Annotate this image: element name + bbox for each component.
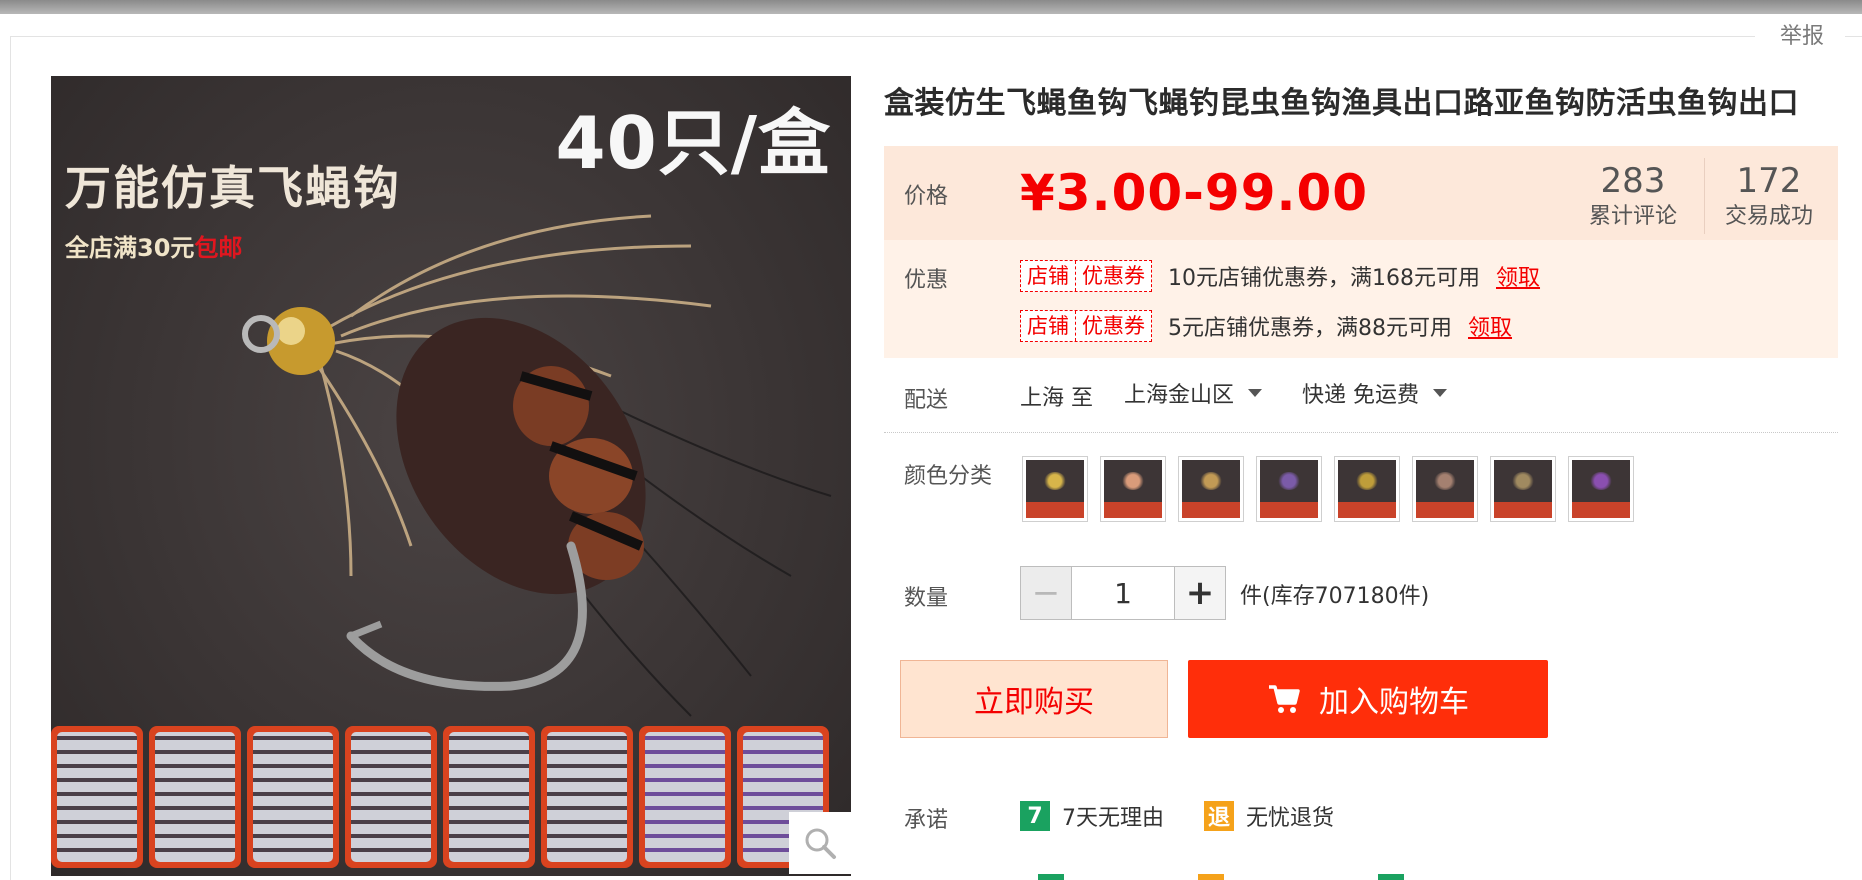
fly-boxes-row: [51, 726, 851, 876]
quantity-input[interactable]: [1072, 567, 1174, 619]
add-to-cart-label: 加入购物车: [1319, 685, 1469, 720]
color-swatch[interactable]: [1568, 456, 1634, 522]
buy-now-button[interactable]: 立即购买: [900, 660, 1168, 738]
buy-now-label: 立即购买: [974, 685, 1094, 720]
shipping-destination: 上海金山区: [1124, 383, 1235, 408]
coupon-tag-right: 优惠券: [1075, 311, 1151, 341]
shipping-row: 配送 上海 至 上海金山区 快递 免运费: [884, 378, 1838, 426]
color-swatch[interactable]: [1334, 456, 1400, 522]
color-swatch[interactable]: [1022, 456, 1088, 522]
coupon-text: 10元店铺优惠券，满168元可用: [1168, 266, 1480, 291]
image-subline-highlight: 包邮: [194, 234, 243, 262]
reviews-stat[interactable]: 283 累计评论: [1568, 160, 1698, 232]
add-to-cart-button[interactable]: 加入购物车: [1188, 660, 1548, 738]
promise-item[interactable]: 7 7天无理由: [1020, 800, 1164, 832]
price-panel: 价格 ¥3.00-99.00 283 累计评论 172 交易成功 优惠 店铺 优…: [884, 146, 1838, 358]
coupon-row: 店铺 优惠券 10元店铺优惠券，满168元可用 领取: [1020, 260, 1540, 292]
search-icon: [805, 828, 836, 859]
promise-label: 承诺: [904, 808, 949, 833]
shipping-destination-dropdown[interactable]: 上海金山区: [1124, 378, 1263, 408]
swatch-fly-mark: [1278, 472, 1300, 490]
cutoff-icons-row: [1018, 872, 1418, 880]
color-swatch[interactable]: [1412, 456, 1478, 522]
shipping-label: 配送: [904, 388, 949, 413]
color-swatch[interactable]: [1256, 456, 1322, 522]
cart-icon: [1269, 685, 1300, 713]
coupon-tag: 店铺 优惠券: [1020, 310, 1152, 342]
promise-text: 7天无理由: [1062, 806, 1164, 831]
report-link[interactable]: 举报: [1762, 20, 1842, 54]
deals-count: 172: [1736, 161, 1802, 201]
coupon-tag-left: 店铺: [1027, 314, 1069, 338]
swatch-fly-mark: [1356, 472, 1378, 490]
increase-quantity-button[interactable]: +: [1174, 567, 1225, 619]
color-swatch[interactable]: [1178, 456, 1244, 522]
swatch-fly-mark: [1122, 472, 1144, 490]
coupon-row: 店铺 优惠券 5元店铺优惠券，满88元可用 领取: [1020, 310, 1512, 342]
quantity-stepper: − +: [1020, 566, 1226, 620]
swatch-fly-mark: [1200, 472, 1222, 490]
image-subline: 全店满30元包邮: [65, 228, 242, 263]
seven-day-badge-icon: 7: [1020, 801, 1050, 831]
box-count-text: 40只/盒: [555, 101, 831, 185]
partial-icon: [1038, 874, 1064, 880]
fly-box: [639, 726, 731, 868]
stock-text: 件(库存707180件): [1240, 584, 1430, 609]
deals-label: 交易成功: [1724, 204, 1813, 229]
shipping-method-dropdown[interactable]: 快递 免运费: [1302, 378, 1447, 408]
deals-stat[interactable]: 172 交易成功: [1704, 160, 1834, 232]
swatch-fly-mark: [1434, 472, 1456, 490]
shipping-method: 快递 免运费: [1302, 383, 1419, 408]
product-title: 盒装仿生飞蝇鱼钩飞蝇钓昆虫鱼钩渔具出口路亚鱼钩防活虫鱼钩出口: [884, 86, 1799, 121]
color-swatch[interactable]: [1490, 456, 1556, 522]
main-product-image[interactable]: 40只/盒 万能仿真飞蝇钩 全店满30元包邮: [51, 76, 851, 876]
swatch-fly-mark: [1512, 472, 1534, 490]
color-label: 颜色分类: [904, 464, 993, 489]
coupon-claim-link[interactable]: 领取: [1496, 260, 1540, 292]
price-label: 价格: [904, 184, 949, 209]
partial-icon: [1198, 874, 1224, 880]
fly-box: [345, 726, 437, 868]
chevron-down-icon: [1433, 389, 1447, 397]
coupon-text: 5元店铺优惠券，满88元可用: [1168, 316, 1452, 341]
decrease-quantity-button[interactable]: −: [1021, 567, 1072, 619]
section-divider: [884, 432, 1838, 433]
coupon-tag: 店铺 优惠券: [1020, 260, 1152, 292]
promise-text: 无忧退货: [1246, 806, 1335, 831]
zoom-button[interactable]: [789, 812, 851, 874]
chevron-down-icon: [1248, 389, 1263, 397]
fly-box: [541, 726, 633, 868]
fly-box: [149, 726, 241, 868]
frame-border-top-right: [1845, 36, 1862, 37]
coupon-tag-right: 优惠券: [1075, 261, 1151, 291]
shipping-from: 上海 至: [1020, 386, 1093, 411]
swatch-fly-mark: [1044, 472, 1066, 490]
coupon-tag-left: 店铺: [1027, 264, 1069, 288]
price-value: ¥3.00-99.00: [1020, 164, 1369, 222]
fly-box: [443, 726, 535, 868]
color-swatch[interactable]: [1100, 456, 1166, 522]
promo-label: 优惠: [904, 268, 949, 293]
swatch-fly-mark: [1590, 472, 1612, 490]
partial-icon: [1378, 874, 1404, 880]
image-headline: 万能仿真飞蝇钩: [65, 161, 401, 215]
promise-item[interactable]: 退 无忧退货: [1204, 800, 1334, 832]
frame-border-left: [10, 36, 11, 880]
fly-box: [247, 726, 339, 868]
fly-box: [51, 726, 143, 868]
top-bar: [0, 0, 1862, 14]
price-row: 价格 ¥3.00-99.00 283 累计评论 172 交易成功: [884, 146, 1838, 240]
image-subline-main: 全店满30元: [65, 234, 195, 262]
quantity-label: 数量: [904, 586, 949, 611]
coupon-claim-link[interactable]: 领取: [1468, 310, 1512, 342]
reviews-label: 累计评论: [1588, 204, 1677, 229]
reviews-count: 283: [1600, 161, 1666, 201]
color-swatches: [1022, 456, 1634, 522]
promise-row: 承诺 7 7天无理由 退 无忧退货: [884, 800, 1838, 840]
return-badge-icon: 退: [1204, 801, 1234, 831]
frame-border-top: [10, 36, 1755, 37]
